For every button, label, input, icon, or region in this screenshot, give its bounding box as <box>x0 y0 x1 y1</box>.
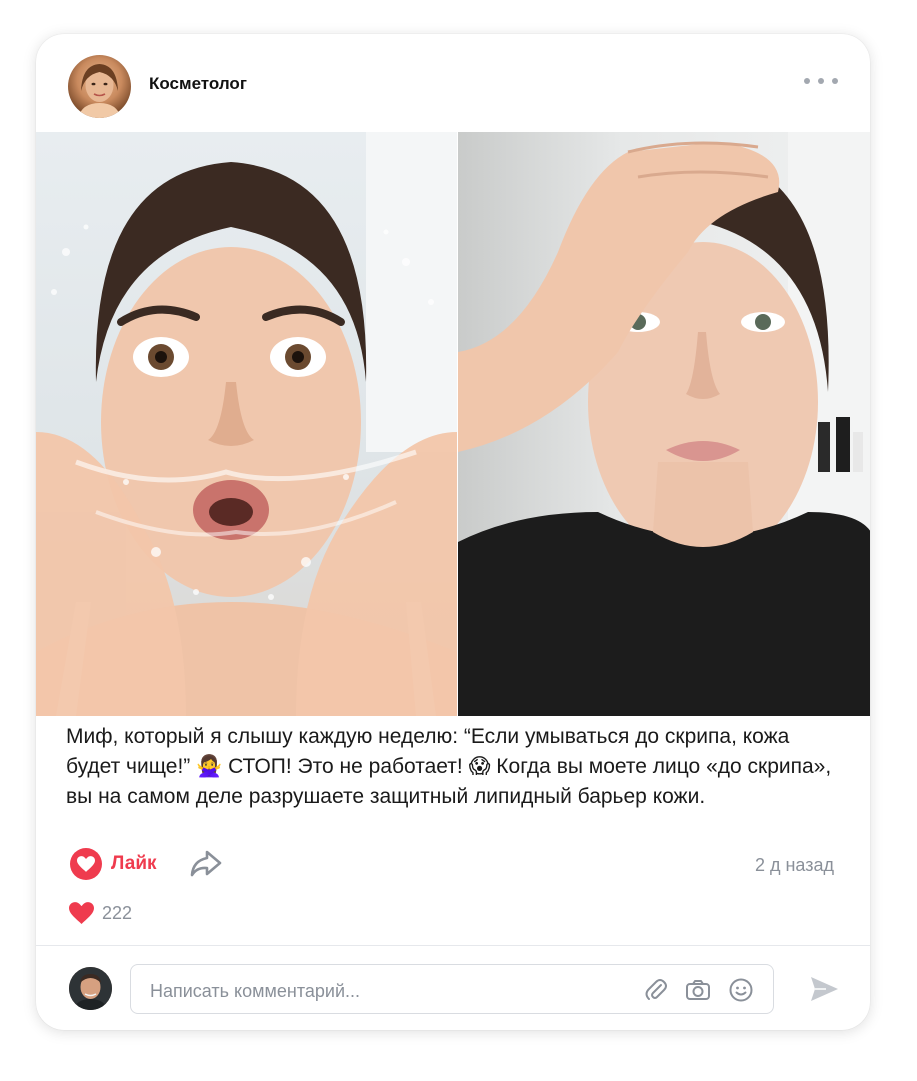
post-header: Косметолог <box>36 34 870 132</box>
post-photo-water-splash[interactable] <box>36 132 457 716</box>
comment-input-box <box>130 964 774 1014</box>
post-text: Миф, который я слышу каждую неделю: “Есл… <box>66 725 832 808</box>
user-avatar[interactable] <box>69 967 112 1010</box>
like-button[interactable]: Лайк <box>70 847 157 881</box>
post-photos <box>36 132 870 716</box>
post-card: Косметолог Миф, который я слышу каждую н… <box>36 34 870 1030</box>
more-dots-icon <box>832 78 838 84</box>
post-actions: Лайк 2 д назад <box>36 844 870 884</box>
likes-summary[interactable]: 222 <box>69 900 132 926</box>
like-label: Лайк <box>111 853 157 874</box>
more-dots-icon <box>804 78 810 84</box>
share-arrow-icon <box>190 850 222 877</box>
heart-icon <box>70 848 102 880</box>
paperclip-icon[interactable] <box>643 977 669 1003</box>
send-icon[interactable] <box>808 973 840 1005</box>
post-photo-hand-on-forehead[interactable] <box>457 132 870 716</box>
author-name[interactable]: Косметолог <box>149 74 247 94</box>
smile-icon[interactable] <box>728 977 754 1003</box>
comment-input[interactable] <box>148 978 622 1004</box>
post-timestamp: 2 д назад <box>754 855 834 875</box>
likes-count: 222 <box>102 902 133 923</box>
comment-bar <box>36 946 870 1030</box>
more-dots-icon <box>818 78 824 84</box>
camera-icon[interactable] <box>685 977 711 1003</box>
author-avatar[interactable] <box>68 55 131 118</box>
heart-icon <box>69 902 94 924</box>
more-options-button[interactable] <box>804 70 838 92</box>
share-button[interactable] <box>188 848 224 880</box>
